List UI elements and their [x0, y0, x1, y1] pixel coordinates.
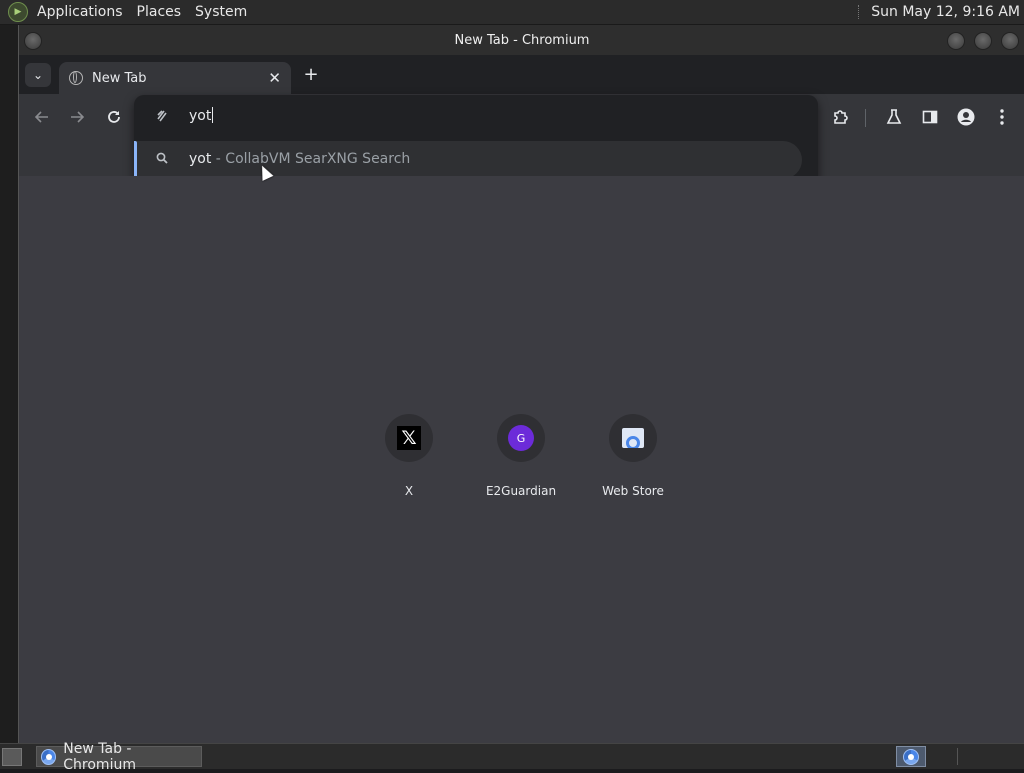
- reload-icon: [108, 111, 120, 123]
- gnome-foot-icon[interactable]: ▶: [8, 2, 28, 22]
- puzzle-icon: [834, 110, 848, 124]
- window-titlebar[interactable]: New Tab - Chromium: [19, 25, 1024, 55]
- profile-button[interactable]: [952, 103, 980, 131]
- shortcut-e2guardian[interactable]: G E2Guardian: [465, 414, 577, 498]
- new-tab-page: 𝕏 X G E2Guardian Web Store: [19, 176, 1024, 743]
- new-tab-button[interactable]: +: [301, 65, 321, 85]
- shortcut-web-store[interactable]: Web Store: [577, 414, 689, 498]
- forward-button[interactable]: [63, 103, 91, 131]
- panel-separator: [858, 5, 861, 19]
- tab-strip: ⌄ New Tab ✕ +: [19, 55, 1024, 94]
- more-vert-icon: [1000, 109, 1004, 125]
- chromium-icon: [903, 748, 919, 765]
- search-icon: [156, 152, 168, 167]
- reload-button[interactable]: [100, 103, 128, 131]
- tab-title: New Tab: [92, 70, 147, 86]
- suggestion-query: yot: [189, 151, 212, 167]
- suggestion-text: yot - CollabVM SearXNG Search: [189, 151, 410, 167]
- shortcut-tile[interactable]: G: [497, 414, 545, 462]
- maximize-button[interactable]: [974, 32, 992, 50]
- globe-icon: [69, 71, 83, 85]
- shortcut-label: E2Guardian: [485, 484, 557, 498]
- omnibox-suggestion[interactable]: yot - CollabVM SearXNG Search: [134, 141, 802, 179]
- shortcut-label: X: [404, 484, 414, 498]
- e2guardian-icon: G: [508, 425, 534, 451]
- address-input-value: yot: [189, 108, 212, 124]
- shortcut-tile[interactable]: 𝕏: [385, 414, 433, 462]
- back-button[interactable]: [28, 103, 56, 131]
- chrome-labs-button[interactable]: [880, 103, 908, 131]
- system-menu[interactable]: System: [188, 0, 254, 24]
- web-store-icon: [622, 428, 644, 448]
- minimize-button[interactable]: [947, 32, 965, 50]
- searxng-icon: [156, 109, 168, 123]
- person-icon: [957, 108, 975, 126]
- shortcut-label: Web Store: [602, 484, 664, 498]
- close-tab-icon[interactable]: ✕: [268, 69, 281, 87]
- omnibox-popup: yot yot - CollabVM SearXNG Search: [134, 95, 818, 187]
- tab-search-button[interactable]: ⌄: [25, 63, 51, 87]
- places-menu[interactable]: Places: [130, 0, 189, 24]
- chevron-down-icon: ⌄: [32, 68, 44, 82]
- browser-window: New Tab - Chromium ⌄ New Tab ✕ + yot yot…: [18, 25, 1024, 743]
- address-input[interactable]: yot: [189, 107, 214, 124]
- menu-button[interactable]: [988, 103, 1016, 131]
- tray-separator: [957, 748, 958, 765]
- window-title: New Tab - Chromium: [454, 32, 590, 48]
- desktop-background: [0, 25, 18, 743]
- arrow-left-icon: [35, 111, 48, 123]
- flask-icon: [886, 109, 902, 124]
- x-logo-icon: 𝕏: [397, 426, 421, 450]
- suggestion-description: - CollabVM SearXNG Search: [211, 151, 411, 167]
- shortcut-tile[interactable]: [609, 414, 657, 462]
- close-window-button[interactable]: [1001, 32, 1019, 50]
- arrow-right-icon: [71, 111, 84, 123]
- taskbar: New Tab - Chromium: [0, 741, 1024, 773]
- suggestion-selected-indicator: [134, 141, 137, 179]
- applications-menu[interactable]: Applications: [30, 0, 130, 24]
- side-panel-button[interactable]: [916, 103, 944, 131]
- extensions-button[interactable]: [827, 103, 855, 131]
- top-panel: ▶ Applications Places System Sun May 12,…: [0, 0, 1024, 25]
- show-desktop-button[interactable]: [2, 747, 22, 766]
- taskbar-item-chromium[interactable]: New Tab - Chromium: [36, 741, 202, 773]
- window-menu-button[interactable]: [24, 32, 42, 50]
- tray-chromium-button[interactable]: [896, 746, 926, 767]
- tab-new-tab[interactable]: New Tab ✕: [59, 62, 291, 94]
- clock-area: Sun May 12, 9:16 AM: [858, 0, 1020, 24]
- toolbar-separator: [865, 109, 866, 127]
- address-bar[interactable]: yot: [134, 95, 818, 139]
- clock[interactable]: Sun May 12, 9:16 AM: [871, 4, 1020, 20]
- side-panel-icon: [922, 110, 938, 124]
- chromium-icon: [41, 748, 57, 765]
- shortcut-x[interactable]: 𝕏 X: [353, 414, 465, 498]
- text-caret: [212, 107, 214, 123]
